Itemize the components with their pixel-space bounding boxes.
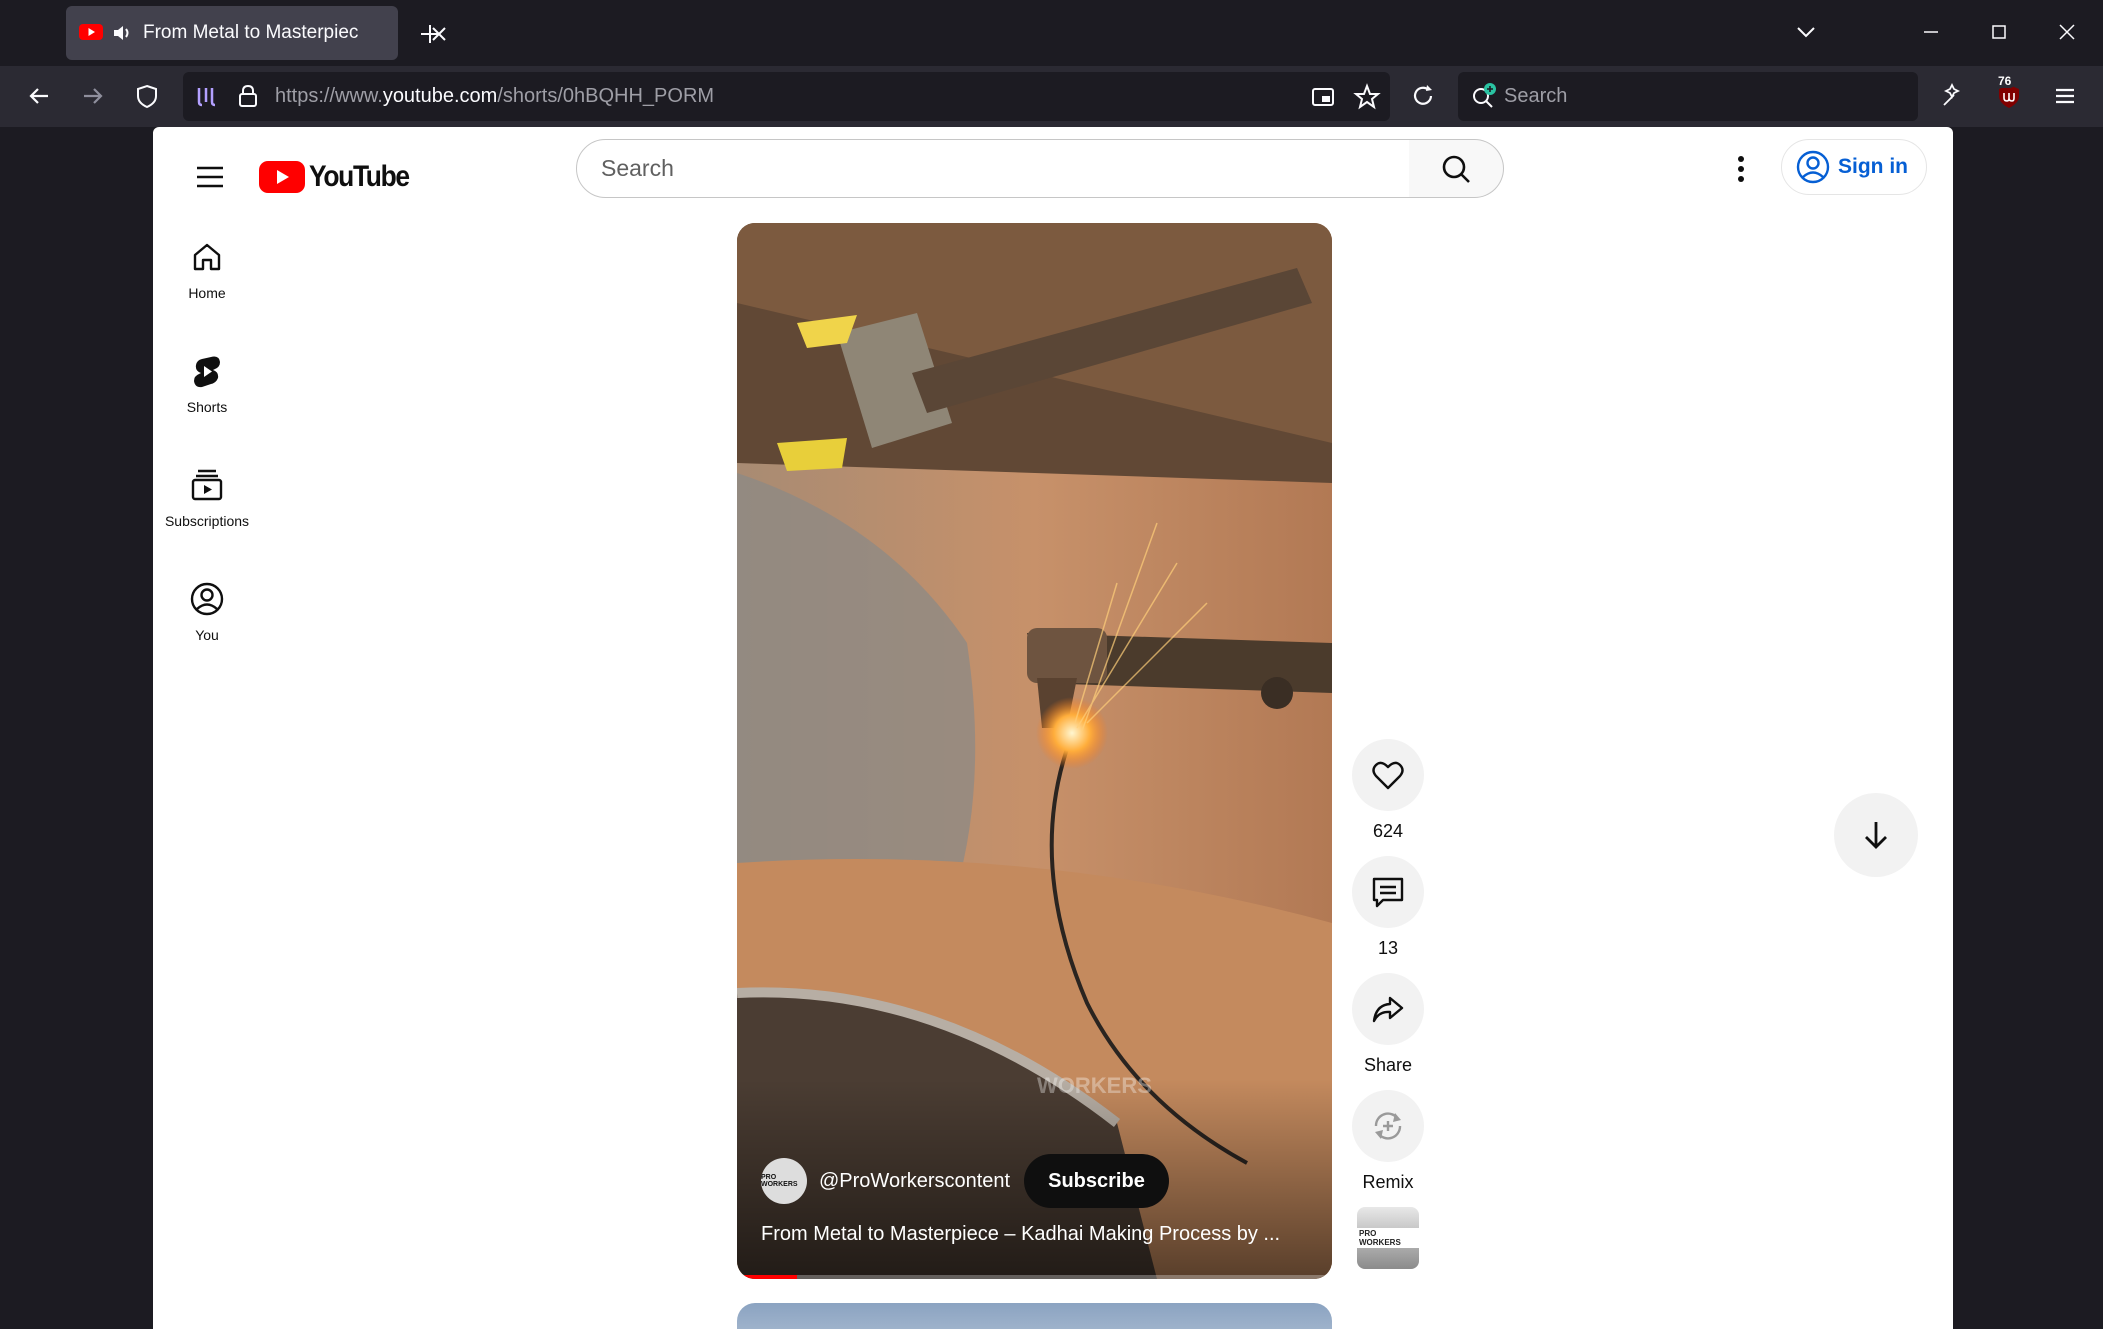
window-close-icon[interactable] (2053, 18, 2081, 46)
sign-in-label: Sign in (1838, 155, 1908, 178)
extensions-icon[interactable] (1938, 81, 1968, 111)
search-placeholder: Search (601, 155, 674, 181)
sound-thumbnail-text: PRO WORKERS (1357, 1228, 1419, 1248)
browser-tab[interactable]: From Metal to Masterpiece (66, 6, 446, 60)
permissions-icon[interactable] (193, 82, 221, 110)
youtube-logo-icon (259, 161, 305, 193)
list-all-tabs-icon[interactable] (1792, 18, 1820, 46)
new-tab-icon[interactable] (416, 20, 444, 48)
browser-tab-bar: From Metal to Masterpiece (0, 0, 2103, 66)
lock-icon[interactable] (235, 83, 261, 109)
address-bar[interactable]: https://www.youtube.com/shorts/0hBQHH_PO… (183, 72, 1390, 121)
youtube-favicon-icon (79, 24, 103, 40)
like-button[interactable] (1352, 739, 1424, 811)
app-menu-icon[interactable] (2050, 81, 2080, 111)
share-label: Share (1363, 1055, 1413, 1075)
next-video-button[interactable] (1834, 793, 1918, 877)
speaker-icon[interactable] (111, 22, 133, 44)
youtube-logo[interactable]: YouTube (259, 155, 422, 199)
sidebar-item-shorts[interactable]: Shorts (153, 353, 261, 415)
share-arrow-icon (1372, 996, 1404, 1023)
like-action: 624 (1350, 739, 1426, 842)
browser-toolbar: https://www.youtube.com/shorts/0hBQHH_PO… (0, 66, 2103, 127)
channel-avatar[interactable]: PRO WORKERS (761, 1158, 807, 1204)
home-icon (193, 243, 221, 271)
youtube-logo-text: YouTube (309, 160, 410, 193)
sidebar-item-subscriptions[interactable]: Subscriptions (153, 467, 261, 529)
settings-kebab-icon[interactable] (1721, 149, 1761, 189)
account-circle-icon (1796, 150, 1830, 184)
next-short-preview[interactable] (737, 1303, 1332, 1329)
reload-icon[interactable] (1408, 81, 1438, 111)
comment-count: 13 (1377, 938, 1399, 958)
url-text[interactable]: https://www.youtube.com/shorts/0hBQHH_PO… (275, 72, 714, 121)
browser-search-placeholder: Search (1504, 85, 1568, 107)
sound-thumbnail[interactable]: PRO WORKERS (1357, 1207, 1419, 1269)
share-action: Share (1350, 973, 1426, 1076)
forward-icon[interactable] (78, 81, 108, 111)
remix-label: Remix (1362, 1172, 1414, 1192)
browser-search-bar[interactable]: Search (1458, 72, 1918, 121)
share-button[interactable] (1352, 973, 1424, 1045)
youtube-page: YouTube Search Sign in Home Shorts Subsc… (153, 127, 1953, 1329)
search-input[interactable]: Search (576, 139, 1410, 198)
channel-avatar-text: PRO WORKERS (761, 1174, 798, 1188)
remix-button[interactable] (1352, 1090, 1424, 1162)
you-icon (190, 582, 224, 616)
short-title[interactable]: From Metal to Masterpiece – Kadhai Makin… (761, 1223, 1316, 1246)
sidebar-label-subscriptions: Subscriptions (164, 513, 250, 529)
search-button[interactable] (1409, 139, 1504, 198)
back-icon[interactable] (24, 81, 54, 111)
search-engine-icon[interactable] (1470, 82, 1498, 110)
short-video-player[interactable]: WORKERS PRO WORKERS @ProWorkerscontent S… (737, 223, 1332, 1279)
like-count: 624 (1372, 821, 1404, 841)
comment-action: 13 (1350, 856, 1426, 959)
video-progress-fill (737, 1275, 797, 1279)
bookmark-star-icon[interactable] (1353, 83, 1381, 111)
picture-in-picture-icon[interactable] (1310, 84, 1336, 110)
remix-icon (1374, 1112, 1402, 1140)
heart-icon (1372, 761, 1404, 790)
arrow-down-icon (1865, 822, 1887, 849)
comment-icon (1372, 877, 1404, 908)
minimize-icon[interactable] (1917, 18, 1945, 46)
maximize-icon[interactable] (1985, 18, 2013, 46)
shield-icon[interactable] (132, 81, 162, 111)
sidebar-label-shorts: Shorts (186, 399, 228, 415)
tab-title: From Metal to Masterpiece (143, 22, 358, 43)
search-icon (1442, 155, 1470, 183)
youtube-search: Search (576, 139, 1554, 198)
shorts-icon (194, 356, 220, 388)
channel-name[interactable]: @ProWorkerscontent (819, 1170, 1010, 1193)
guide-menu-icon[interactable] (188, 155, 232, 199)
sidebar-label-home: Home (188, 285, 226, 301)
video-progress-bar[interactable] (737, 1275, 1332, 1279)
extension-badge: 76 (1995, 74, 2015, 88)
sidebar-item-you[interactable]: You (153, 581, 261, 643)
remix-action: Remix (1350, 1090, 1426, 1193)
channel-row: PRO WORKERS @ProWorkerscontent Subscribe (761, 1154, 1169, 1208)
sidebar-label-you: You (195, 627, 219, 643)
sign-in-button[interactable]: Sign in (1781, 139, 1927, 195)
subscribe-button[interactable]: Subscribe (1024, 1154, 1169, 1208)
subscriptions-icon (191, 469, 223, 501)
sidebar-item-home[interactable]: Home (153, 239, 261, 301)
comment-button[interactable] (1352, 856, 1424, 928)
